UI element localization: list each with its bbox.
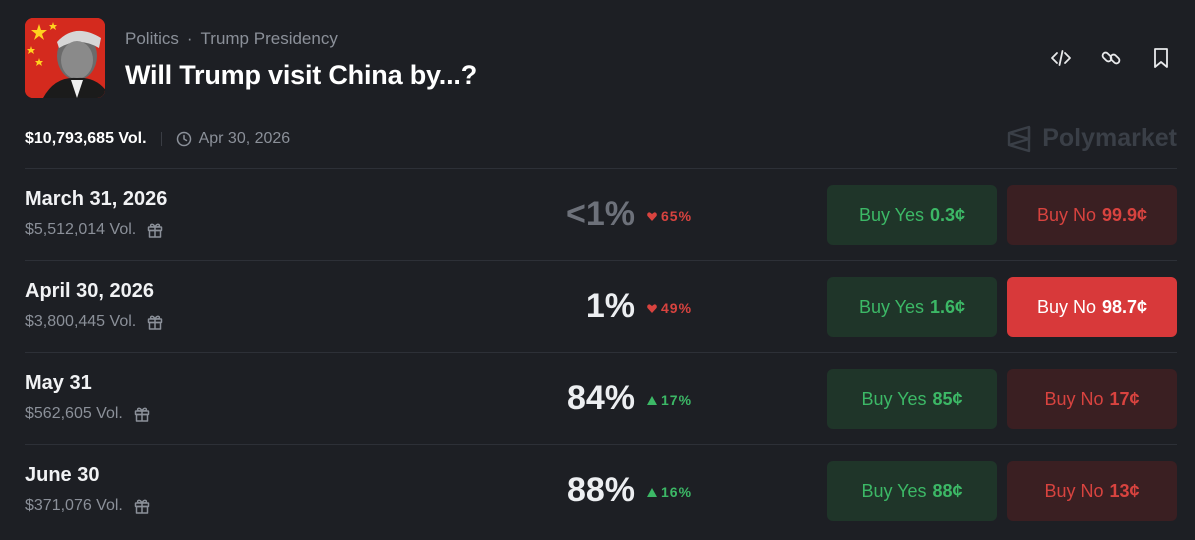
buy-no-price: 17¢ [1109,388,1140,409]
probability-change: 49% [647,300,692,316]
market-volume: $371,076 Vol. [25,497,151,515]
total-volume: $10,793,685 Vol. [25,130,147,147]
buy-no-label: Buy No [1044,480,1104,501]
gift-icon[interactable] [146,313,164,331]
probability-change-value: 49% [661,300,693,316]
market-name: May 31 [25,372,92,394]
market-name: March 31, 2026 [25,188,168,210]
buy-no-label: Buy No [1044,388,1104,409]
market-name: June 30 [25,464,100,486]
market-volume-text: $5,512,014 Vol. [25,221,137,238]
probability-change: 65% [647,208,692,224]
buy-no-label: Buy No [1036,296,1096,317]
polymarket-watermark: Polymarket [1006,124,1177,153]
buy-yes-price: 85¢ [932,388,963,409]
market-meta: $10,793,685 Vol. Apr 30, 2026 [25,130,290,148]
buy-no-price: 99.9¢ [1101,204,1148,225]
market-probability: <1% [566,195,635,233]
buy-no-label: Buy No [1036,204,1096,225]
market-probability: 1% [585,287,635,325]
market-volume-text: $371,076 Vol. [25,497,123,514]
market-thumbnail [25,18,105,98]
buy-yes-button[interactable]: Buy Yes 1.6¢ [827,277,997,337]
link-icon[interactable] [1099,46,1123,70]
buy-no-button[interactable]: Buy No 17¢ [1007,369,1177,429]
market-header: Politics · Trump Presidency Will Trump vis… [25,18,1195,98]
buy-yes-price: 0.3¢ [930,204,966,225]
breadcrumb-separator: · [186,29,193,48]
brand-name: Polymarket [1042,124,1177,152]
buy-yes-label: Buy Yes [858,296,924,317]
end-date-text: Apr 30, 2026 [198,130,291,147]
probability-change-value: 65% [661,208,693,224]
buy-no-button[interactable]: Buy No 13¢ [1007,461,1177,521]
buy-yes-label: Buy Yes [858,204,924,225]
breadcrumb-category[interactable]: Politics [125,29,179,48]
market-probability: 84% [566,379,635,417]
arrow-up-icon [647,487,657,497]
buy-yes-price: 88¢ [932,480,963,501]
market-row[interactable]: April 30, 2026 $3,800,445 Vol. 1% 49% Buy Ye… [25,260,1177,352]
gift-icon[interactable] [146,221,164,239]
gift-icon[interactable] [133,497,151,515]
probability-change-value: 16% [661,484,693,500]
arrow-up-icon [647,395,657,405]
market-thumbnail-image [25,18,105,98]
page-title: Will Trump visit China by...? [125,60,477,90]
market-volume: $3,800,445 Vol. [25,313,164,331]
market-row[interactable]: June 30 $371,076 Vol. 88% 16% Buy Yes 88¢ Buy … [25,444,1177,536]
buy-no-price: 13¢ [1109,480,1140,501]
breadcrumb: Politics · Trump Presidency [125,29,338,49]
probability-change: 17% [647,392,692,408]
market-row[interactable]: March 31, 2026 $5,512,014 Vol. <1% 65% Buy Y… [25,168,1177,260]
end-date: Apr 30, 2026 [176,130,291,148]
market-row[interactable]: May 31 $562,605 Vol. 84% 17% Buy Yes 85¢ Buy N… [25,352,1177,444]
polymarket-logo-icon [1008,125,1031,152]
arrow-down-icon [647,303,657,313]
buy-yes-button[interactable]: Buy Yes 88¢ [827,461,997,521]
gift-icon[interactable] [133,405,151,423]
buy-yes-button[interactable]: Buy Yes 0.3¢ [827,185,997,245]
market-volume: $5,512,014 Vol. [25,221,164,239]
clock-icon [176,131,191,147]
arrow-down-icon [647,211,657,221]
buy-yes-price: 1.6¢ [930,296,966,317]
buy-yes-label: Buy Yes [861,480,927,501]
buy-no-button[interactable]: Buy No 99.9¢ [1007,185,1177,245]
bookmark-icon[interactable] [1149,46,1173,70]
market-probability: 88% [566,471,635,509]
probability-change: 16% [647,484,692,500]
market-volume-text: $562,605 Vol. [25,405,123,422]
market-volume: $562,605 Vol. [25,405,151,423]
buy-yes-label: Buy Yes [861,388,927,409]
buy-no-button[interactable]: Buy No 98.7¢ [1007,277,1177,337]
buy-no-price: 98.7¢ [1101,296,1148,317]
buy-yes-button[interactable]: Buy Yes 85¢ [827,369,997,429]
outcome-list: March 31, 2026 $5,512,014 Vol. <1% 65% Buy Y… [25,168,1177,536]
meta-divider [160,132,162,146]
market-name: April 30, 2026 [25,280,154,302]
breadcrumb-subcategory[interactable]: Trump Presidency [201,29,338,48]
market-volume-text: $3,800,445 Vol. [25,313,137,330]
header-actions [1049,46,1173,70]
probability-change-value: 17% [661,392,693,408]
embed-icon[interactable] [1049,46,1073,70]
